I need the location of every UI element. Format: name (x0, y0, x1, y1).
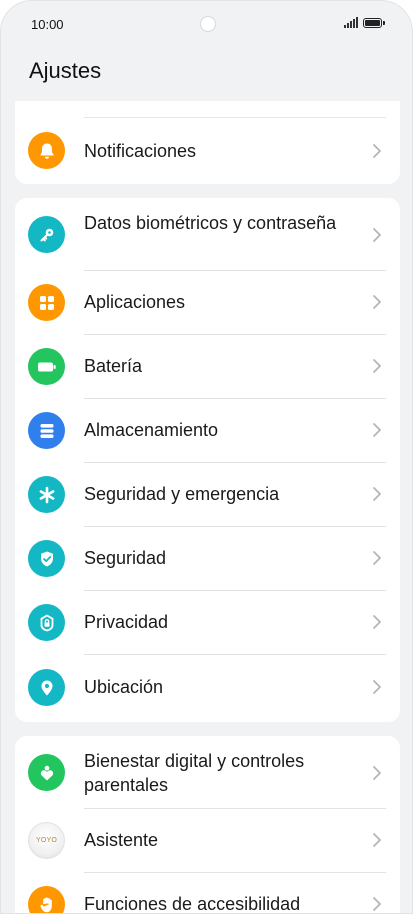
chevron-right-icon (373, 228, 381, 242)
settings-item-notificaciones[interactable]: Notificaciones (15, 118, 400, 184)
battery-icon (28, 348, 65, 385)
key-icon (28, 216, 65, 253)
settings-group-3: Bienestar digital y controles parentales… (15, 736, 400, 913)
wellbeing-heart-icon (28, 754, 65, 791)
settings-item-label: Batería (84, 356, 143, 376)
settings-item-bienestar-digital[interactable]: Bienestar digital y controles parentales (15, 736, 400, 808)
settings-item-label: Funciones de accesibilidad (84, 894, 301, 913)
settings-item-ubicacion[interactable]: Ubicación (15, 654, 400, 722)
battery-status-icon (363, 17, 385, 28)
apps-grid-icon (28, 284, 65, 321)
settings-item-asistente[interactable]: YOYO Asistente (15, 808, 400, 872)
storage-icon (28, 412, 65, 449)
yoyo-assistant-icon: YOYO (28, 822, 65, 859)
page-title: Ajustes (29, 58, 102, 83)
front-camera (200, 16, 216, 32)
settings-item-label: Ubicación (84, 677, 164, 697)
settings-item-label: Privacidad (84, 612, 169, 632)
settings-item-label: Almacenamiento (84, 420, 219, 440)
status-bar: 10:00 (1, 1, 412, 47)
signal-icon (344, 17, 358, 28)
settings-item-label: Datos biométricos y contraseña (84, 213, 337, 233)
settings-item-label: Bienestar digital y controles parentales (84, 751, 305, 795)
chevron-right-icon (373, 295, 381, 309)
location-pin-icon (28, 669, 65, 706)
settings-item-label: Asistente (84, 830, 159, 850)
bell-icon (28, 132, 65, 169)
settings-item-label: Seguridad (84, 548, 167, 568)
settings-item-almacenamiento[interactable]: Almacenamiento (15, 398, 400, 462)
settings-item-aplicaciones[interactable]: Aplicaciones (15, 270, 400, 334)
chevron-right-icon (373, 615, 381, 629)
settings-group-1: Notificaciones (15, 101, 400, 184)
chevron-right-icon (373, 487, 381, 501)
settings-screen: 10:00 Ajustes Notificaciones Datos biomé… (0, 0, 413, 914)
asterisk-icon (28, 476, 65, 513)
settings-item-label: Aplicaciones (84, 292, 186, 312)
shield-check-icon (28, 540, 65, 577)
settings-item-label: Notificaciones (84, 141, 197, 161)
chevron-right-icon (373, 766, 381, 780)
settings-item-label: Seguridad y emergencia (84, 484, 280, 504)
settings-item-datos-biometricos[interactable]: Datos biométricos y contraseña (15, 198, 400, 270)
chevron-right-icon (373, 423, 381, 437)
chevron-right-icon (373, 897, 381, 911)
chevron-right-icon (373, 359, 381, 373)
privacy-lock-icon (28, 604, 65, 641)
settings-item-seguridad-y-emergencia[interactable]: Seguridad y emergencia (15, 462, 400, 526)
system-icons (344, 17, 385, 28)
settings-item-bateria[interactable]: Batería (15, 334, 400, 398)
settings-item-accesibilidad[interactable]: Funciones de accesibilidad (15, 872, 400, 913)
chevron-right-icon (373, 680, 381, 694)
chevron-right-icon (373, 144, 381, 158)
settings-list[interactable]: Notificaciones Datos biométricos y contr… (1, 101, 412, 913)
settings-item-privacidad[interactable]: Privacidad (15, 590, 400, 654)
hand-icon (28, 886, 65, 913)
chevron-right-icon (373, 551, 381, 565)
yoyo-logo-text: YOYO (35, 837, 58, 844)
chevron-right-icon (373, 833, 381, 847)
settings-item-seguridad[interactable]: Seguridad (15, 526, 400, 590)
settings-group-2: Datos biométricos y contraseña Aplicacio… (15, 198, 400, 722)
status-time: 10:00 (31, 17, 64, 32)
